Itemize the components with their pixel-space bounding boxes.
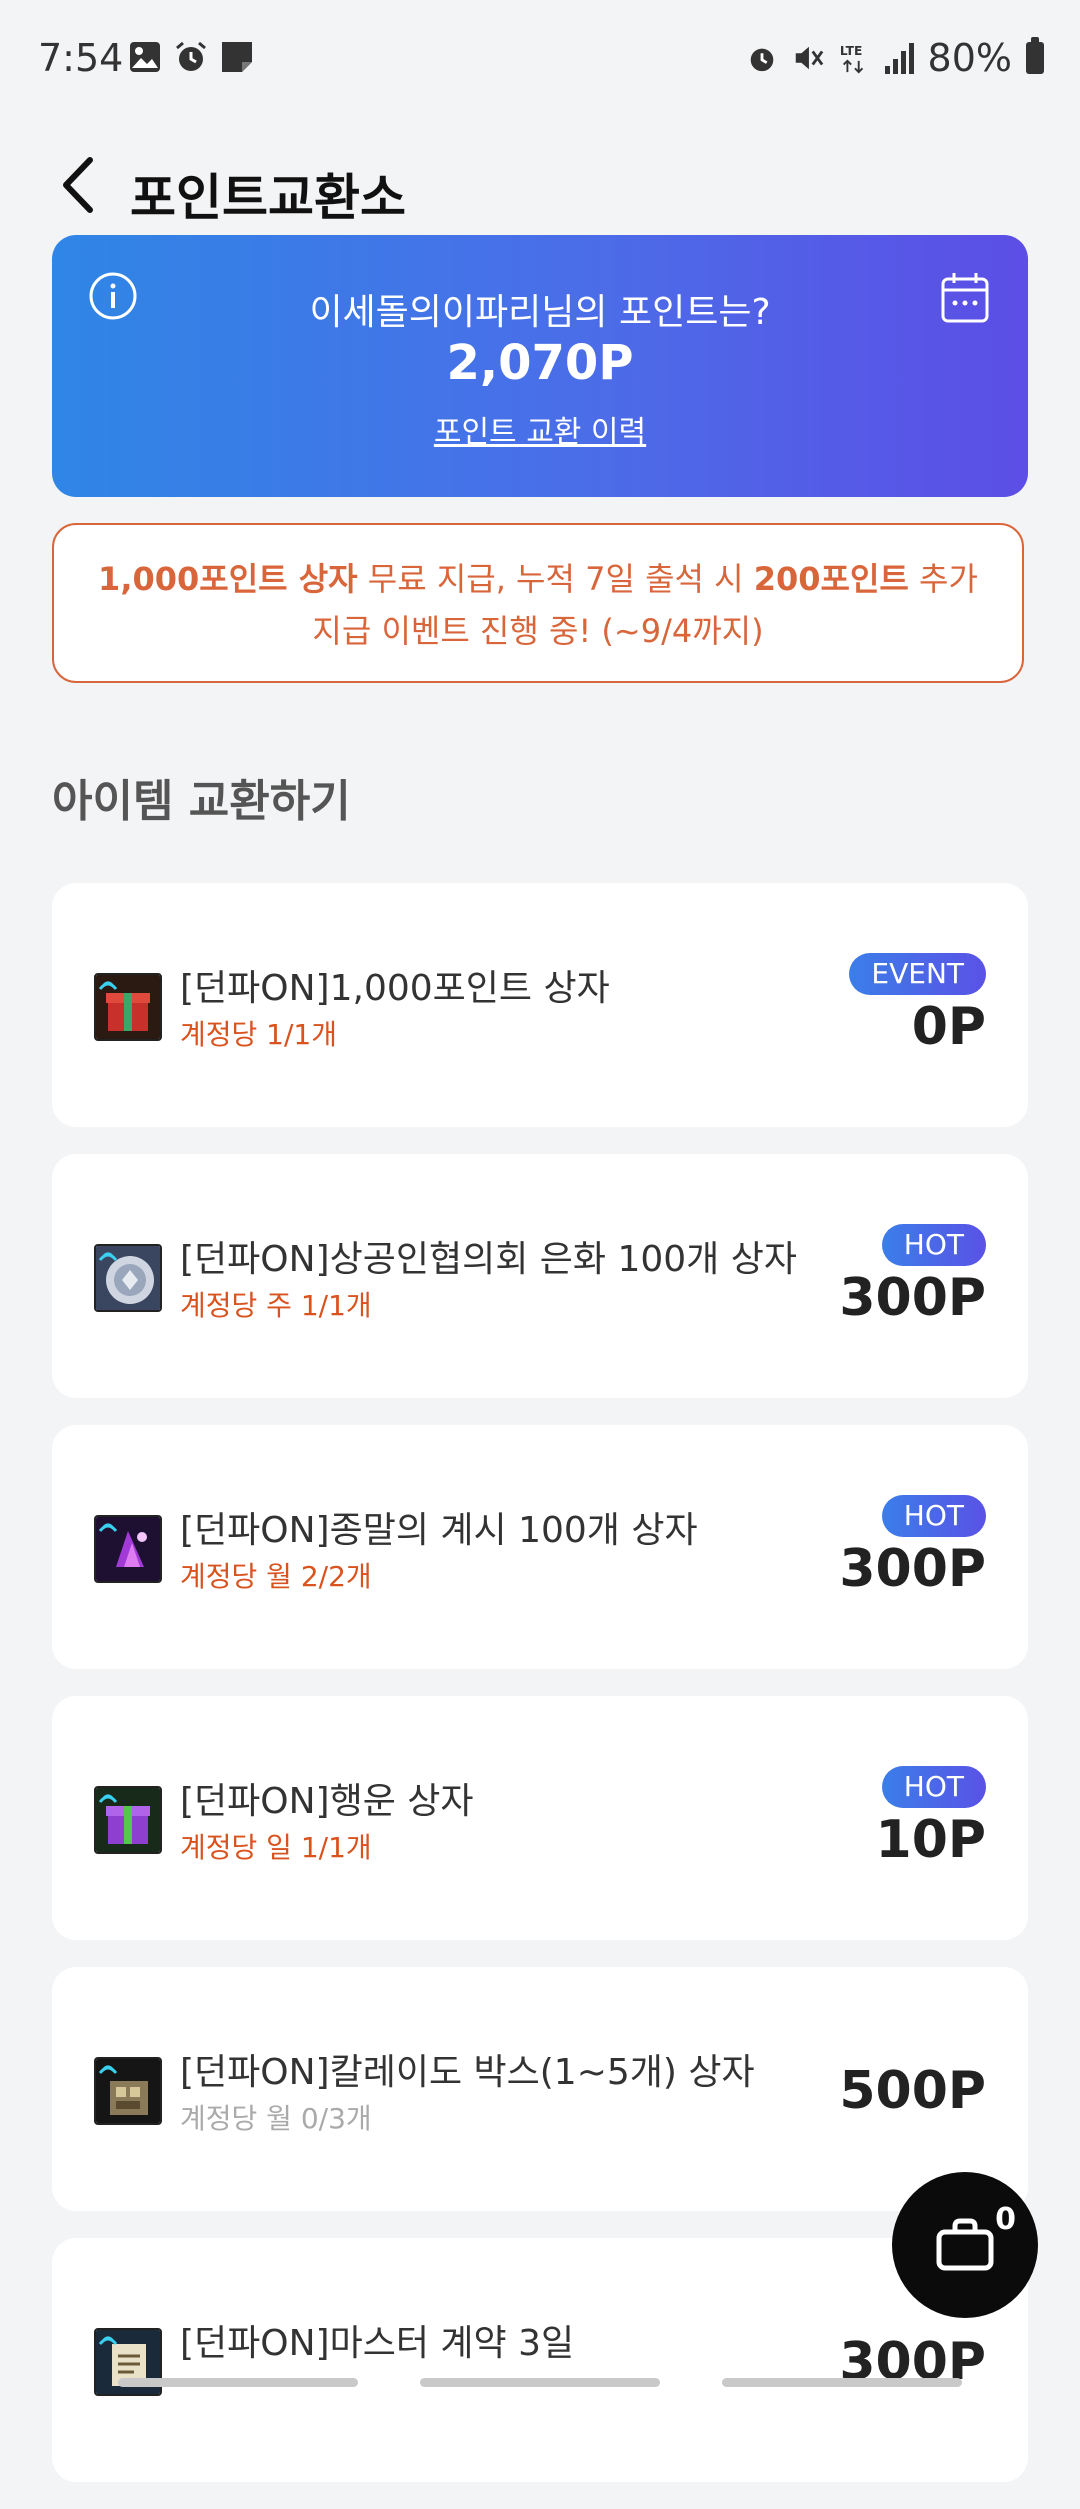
item-price: 0P bbox=[911, 997, 986, 1057]
item-price: 10P bbox=[875, 1810, 986, 1870]
points-question: 이세돌의이파리님의 포인트는? bbox=[309, 292, 771, 333]
points-value: 2,070P bbox=[446, 335, 634, 391]
hot-badge: HOT bbox=[881, 1495, 986, 1537]
event-badge: EVENT bbox=[849, 953, 986, 995]
gallery-icon bbox=[130, 42, 160, 72]
lte-icon: LTE bbox=[839, 44, 863, 74]
status-bar: 7:54 LTE 80% bbox=[0, 0, 1080, 120]
section-title: 아이템 교환하기 bbox=[52, 776, 351, 827]
item-price: 300P bbox=[839, 1539, 986, 1599]
cart-count-badge: 0 bbox=[995, 2202, 1016, 2237]
page-title: 포인트교환소 bbox=[130, 169, 406, 227]
mute-icon bbox=[795, 46, 823, 70]
item-name: [던파ON]상공인협의회 은화 100개 상자 bbox=[180, 1239, 797, 1280]
item-list: [던파ON]1,000포인트 상자 계정당 1/1개 EVENT 0P [던파O… bbox=[52, 883, 1028, 2509]
item-limit: 계정당 일 1/1개 bbox=[180, 1831, 372, 1864]
item-price: 500P bbox=[839, 2061, 986, 2121]
nav-home-button[interactable] bbox=[420, 2378, 660, 2387]
hot-badge: HOT bbox=[881, 1766, 986, 1808]
status-right: LTE 80% bbox=[746, 36, 1044, 80]
item-card[interactable]: [던파ON]상공인협의회 은화 100개 상자 계정당 주 1/1개 HOT 3… bbox=[52, 1154, 1028, 1398]
lucky-box-icon bbox=[94, 1786, 162, 1854]
item-limit: 계정당 월 0/3개 bbox=[180, 2102, 372, 2135]
points-history-container: 포인트 교환 이력 bbox=[52, 407, 1028, 451]
item-card[interactable]: [던파ON]행운 상자 계정당 일 1/1개 HOT 10P bbox=[52, 1696, 1028, 1940]
revelation-crystal-icon bbox=[94, 1515, 162, 1583]
silver-coin-icon bbox=[94, 1244, 162, 1312]
event-banner-line2: 지급 이벤트 진행 중! (~9/4까지) bbox=[312, 612, 764, 650]
event-highlight-box: 1,000포인트 상자 bbox=[98, 560, 358, 598]
nav-recent-button[interactable] bbox=[118, 2378, 358, 2387]
item-name: [던파ON]종말의 계시 100개 상자 bbox=[180, 1510, 698, 1551]
item-card[interactable]: [던파ON]1,000포인트 상자 계정당 1/1개 EVENT 0P bbox=[52, 883, 1028, 1127]
item-card[interactable]: [던파ON]칼레이도 박스(1~5개) 상자 계정당 월 0/3개 500P bbox=[52, 1967, 1028, 2211]
event-text: 무료 지급, 누적 7일 출석 시 bbox=[357, 560, 754, 598]
item-price: 300P bbox=[839, 1268, 986, 1328]
item-name: [던파ON]1,000포인트 상자 bbox=[180, 968, 610, 1009]
event-banner: 1,000포인트 상자 무료 지급, 누적 7일 출석 시 200포인트 추가 … bbox=[52, 523, 1024, 683]
item-card[interactable]: [던파ON]종말의 계시 100개 상자 계정당 월 2/2개 HOT 300P bbox=[52, 1425, 1028, 1669]
hot-badge: HOT bbox=[881, 1224, 986, 1266]
gift-box-icon bbox=[94, 973, 162, 1041]
note-icon bbox=[222, 42, 252, 72]
battery-icon bbox=[1026, 37, 1044, 74]
item-limit: 계정당 주 1/1개 bbox=[180, 1289, 372, 1322]
back-arrow-icon[interactable] bbox=[52, 150, 112, 220]
alarm-icon bbox=[750, 48, 773, 72]
item-limit: 계정당 월 2/2개 bbox=[180, 1560, 372, 1593]
alarm-icon bbox=[176, 41, 206, 71]
kaleido-box-icon bbox=[94, 2057, 162, 2125]
points-history-link[interactable]: 포인트 교환 이력 bbox=[434, 415, 646, 450]
battery-text: 80% bbox=[927, 36, 1012, 80]
status-time: 7:54 bbox=[38, 36, 124, 80]
cart-button[interactable]: 0 bbox=[892, 2172, 1038, 2318]
event-highlight-points: 200포인트 bbox=[753, 560, 909, 598]
svg-text:LTE: LTE bbox=[839, 44, 861, 58]
item-name: [던파ON]행운 상자 bbox=[180, 1781, 474, 1822]
points-card: 이세돌의이파리님의 포인트는? 2,070P 포인트 교환 이력 bbox=[52, 235, 1028, 497]
event-text-end: 추가 bbox=[908, 560, 978, 598]
calendar-icon[interactable] bbox=[940, 271, 990, 325]
item-limit: 계정당 1/1개 bbox=[180, 1018, 338, 1051]
signal-icon bbox=[884, 43, 914, 74]
system-nav-bar bbox=[0, 2360, 1080, 2400]
item-name: [던파ON]칼레이도 박스(1~5개) 상자 bbox=[180, 2052, 755, 2093]
item-name: [던파ON]마스터 계약 3일 bbox=[180, 2323, 575, 2364]
shopping-bag-icon bbox=[936, 2218, 994, 2271]
event-banner-line1: 1,000포인트 상자 무료 지급, 누적 7일 출석 시 200포인트 추가 bbox=[54, 553, 1022, 605]
nav-back-button[interactable] bbox=[722, 2378, 962, 2387]
